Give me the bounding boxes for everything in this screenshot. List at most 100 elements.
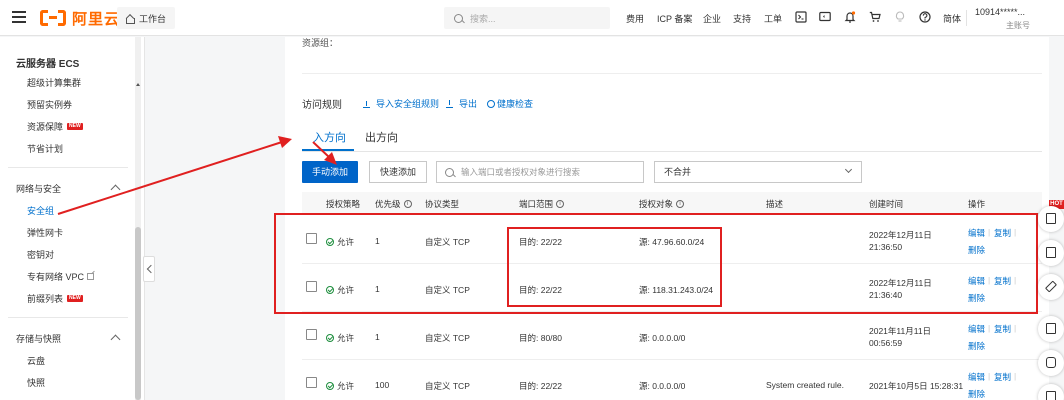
- info-icon[interactable]: i: [403, 200, 412, 208]
- quick-add-button[interactable]: 快速添加: [369, 161, 427, 183]
- book-icon[interactable]: [1038, 240, 1064, 266]
- help-icon[interactable]: [919, 11, 931, 23]
- sidebar-collapse-chevron-icon[interactable]: [143, 256, 155, 282]
- merge-select[interactable]: 不合并: [654, 161, 862, 183]
- created-date-cell: 2021年10月5日 15:28:31: [869, 381, 964, 391]
- user-account-id[interactable]: 10914*****...: [975, 7, 1025, 17]
- op-separator: |: [988, 323, 991, 333]
- rule-search-input[interactable]: 输入端口或者授权对象进行搜索: [436, 161, 644, 183]
- home-icon: [125, 14, 135, 24]
- logo-mark-icon: [40, 10, 66, 26]
- sidebar-item-label: 资源保障: [27, 122, 64, 132]
- info-icon[interactable]: i: [676, 200, 685, 208]
- sidebar-item-label: 专有网络 VPC: [27, 272, 85, 282]
- manual-add-button[interactable]: 手动添加: [302, 161, 358, 183]
- brand-name: 阿里云: [72, 10, 121, 28]
- screen-icon[interactable]: [819, 11, 831, 23]
- row-checkbox[interactable]: [306, 329, 317, 340]
- workbench-button[interactable]: 工作台: [117, 7, 175, 29]
- nav-enterprise[interactable]: 企业: [703, 12, 721, 25]
- row-divider: [302, 359, 1042, 360]
- nav-icp[interactable]: ICP 备案: [657, 12, 692, 25]
- col-description: 描述: [766, 199, 784, 209]
- bell-icon[interactable]: [844, 11, 856, 23]
- port-cell: 目的: 80/80: [519, 333, 562, 343]
- terminal-icon[interactable]: [795, 11, 807, 23]
- delete-link[interactable]: 删除: [968, 388, 985, 400]
- sidebar-item-label: 超级计算集群: [27, 78, 82, 88]
- priority-cell: 100: [375, 380, 390, 390]
- op-separator: |: [988, 371, 991, 381]
- feedback-icon[interactable]: [1038, 384, 1064, 400]
- sidebar-item-vpc[interactable]: 专有网络 VPC: [27, 270, 95, 283]
- tab-inbound[interactable]: 入方向: [313, 129, 346, 145]
- col-port-range: 端口范围 i: [519, 198, 565, 210]
- sidebar-item-elastic-nic[interactable]: 弹性网卡: [27, 226, 63, 239]
- nav-billing[interactable]: 费用: [626, 12, 644, 25]
- access-rules-title: 访问规则: [302, 100, 342, 111]
- row-checkbox[interactable]: [306, 377, 317, 388]
- monitor-icon[interactable]: [1038, 316, 1064, 342]
- health-check-icon: [487, 99, 495, 108]
- tab-outbound[interactable]: 出方向: [365, 129, 398, 145]
- sidebar-item-snapshot[interactable]: 快照: [27, 376, 45, 389]
- allow-check-icon: [326, 382, 334, 390]
- new-badge: NEW: [67, 123, 83, 130]
- copy-link[interactable]: 复制: [994, 323, 1011, 335]
- bulb-icon[interactable]: [894, 11, 906, 23]
- info-icon[interactable]: i: [556, 200, 565, 208]
- policy-label: 允许: [337, 381, 355, 391]
- sidebar-scrollbar[interactable]: [135, 37, 141, 400]
- health-check-link[interactable]: 健康检查: [487, 97, 533, 110]
- source-cell: 源: 0.0.0.0/0: [639, 333, 686, 343]
- document-icon[interactable]: [1038, 206, 1064, 232]
- col-protocol: 协议类型: [425, 199, 460, 209]
- sidebar-item-reserved-instances[interactable]: 预留实例券: [27, 98, 72, 111]
- edit-link[interactable]: 编辑: [968, 371, 985, 383]
- chat-icon[interactable]: [1038, 350, 1064, 376]
- sidebar-item-key-pair[interactable]: 密钥对: [27, 248, 54, 261]
- language-switch[interactable]: 简体: [943, 12, 961, 25]
- sidebar-item-supercomputing-cluster[interactable]: 超级计算集群: [27, 76, 81, 89]
- description-cell: System created rule.: [766, 380, 844, 390]
- col-priority: 优先级 i: [375, 198, 412, 210]
- sidebar-item-disk[interactable]: 云盘: [27, 354, 45, 367]
- import-rules-link[interactable]: 导入安全组规则: [363, 97, 439, 110]
- global-search-input[interactable]: 搜索...: [444, 7, 610, 29]
- edit-link[interactable]: 编辑: [968, 323, 985, 335]
- top-bar: 阿里云 工作台 搜索... 费用 ICP 备案 企业 支持 工单 简体 1091…: [0, 0, 1064, 36]
- sidebar-group-network-security[interactable]: 网络与安全: [16, 182, 61, 195]
- col-priority-label: 优先级: [375, 199, 401, 209]
- scroll-up-arrow-icon[interactable]: [136, 83, 140, 86]
- menu-icon[interactable]: [12, 10, 26, 24]
- sidebar-scroll-thumb[interactable]: [135, 227, 141, 400]
- nav-ticket[interactable]: 工单: [764, 12, 782, 25]
- col-operations: 操作: [968, 199, 986, 209]
- edit-pen-icon[interactable]: [1038, 274, 1064, 300]
- search-icon: [445, 167, 454, 177]
- aliyun-logo[interactable]: 阿里云: [40, 8, 120, 28]
- protocol-cell: 自定义 TCP: [425, 381, 470, 391]
- col-port-range-label: 端口范围: [519, 199, 554, 209]
- chevron-down-icon: [844, 165, 853, 174]
- col-auth-object: 授权对象 i: [639, 198, 685, 210]
- merge-select-value: 不合并: [664, 167, 692, 177]
- export-link[interactable]: 导出: [446, 97, 477, 110]
- export-label: 导出: [459, 99, 478, 109]
- import-rules-label: 导入安全组规则: [376, 99, 440, 109]
- protocol-cell: 自定义 TCP: [425, 333, 470, 343]
- sidebar-item-security-group[interactable]: 安全组: [27, 204, 54, 217]
- cart-icon[interactable]: [869, 11, 881, 23]
- sidebar-item-prefix-list[interactable]: 前缀列表 NEW: [27, 292, 83, 305]
- priority-cell: 1: [375, 332, 380, 342]
- delete-link[interactable]: 删除: [968, 340, 985, 352]
- section-divider: [302, 73, 1042, 74]
- nav-support[interactable]: 支持: [733, 12, 751, 25]
- copy-link[interactable]: 复制: [994, 371, 1011, 383]
- topbar-divider: [966, 10, 967, 26]
- sidebar-item-resource-assurance[interactable]: 资源保障 NEW: [27, 120, 83, 133]
- sidebar-item-savings-plan[interactable]: 节省计划: [27, 142, 63, 155]
- annotation-port-source-box: [507, 227, 722, 307]
- sidebar-item-label: 安全组: [27, 206, 55, 216]
- sidebar-group-storage-snapshot[interactable]: 存储与快照: [16, 332, 61, 345]
